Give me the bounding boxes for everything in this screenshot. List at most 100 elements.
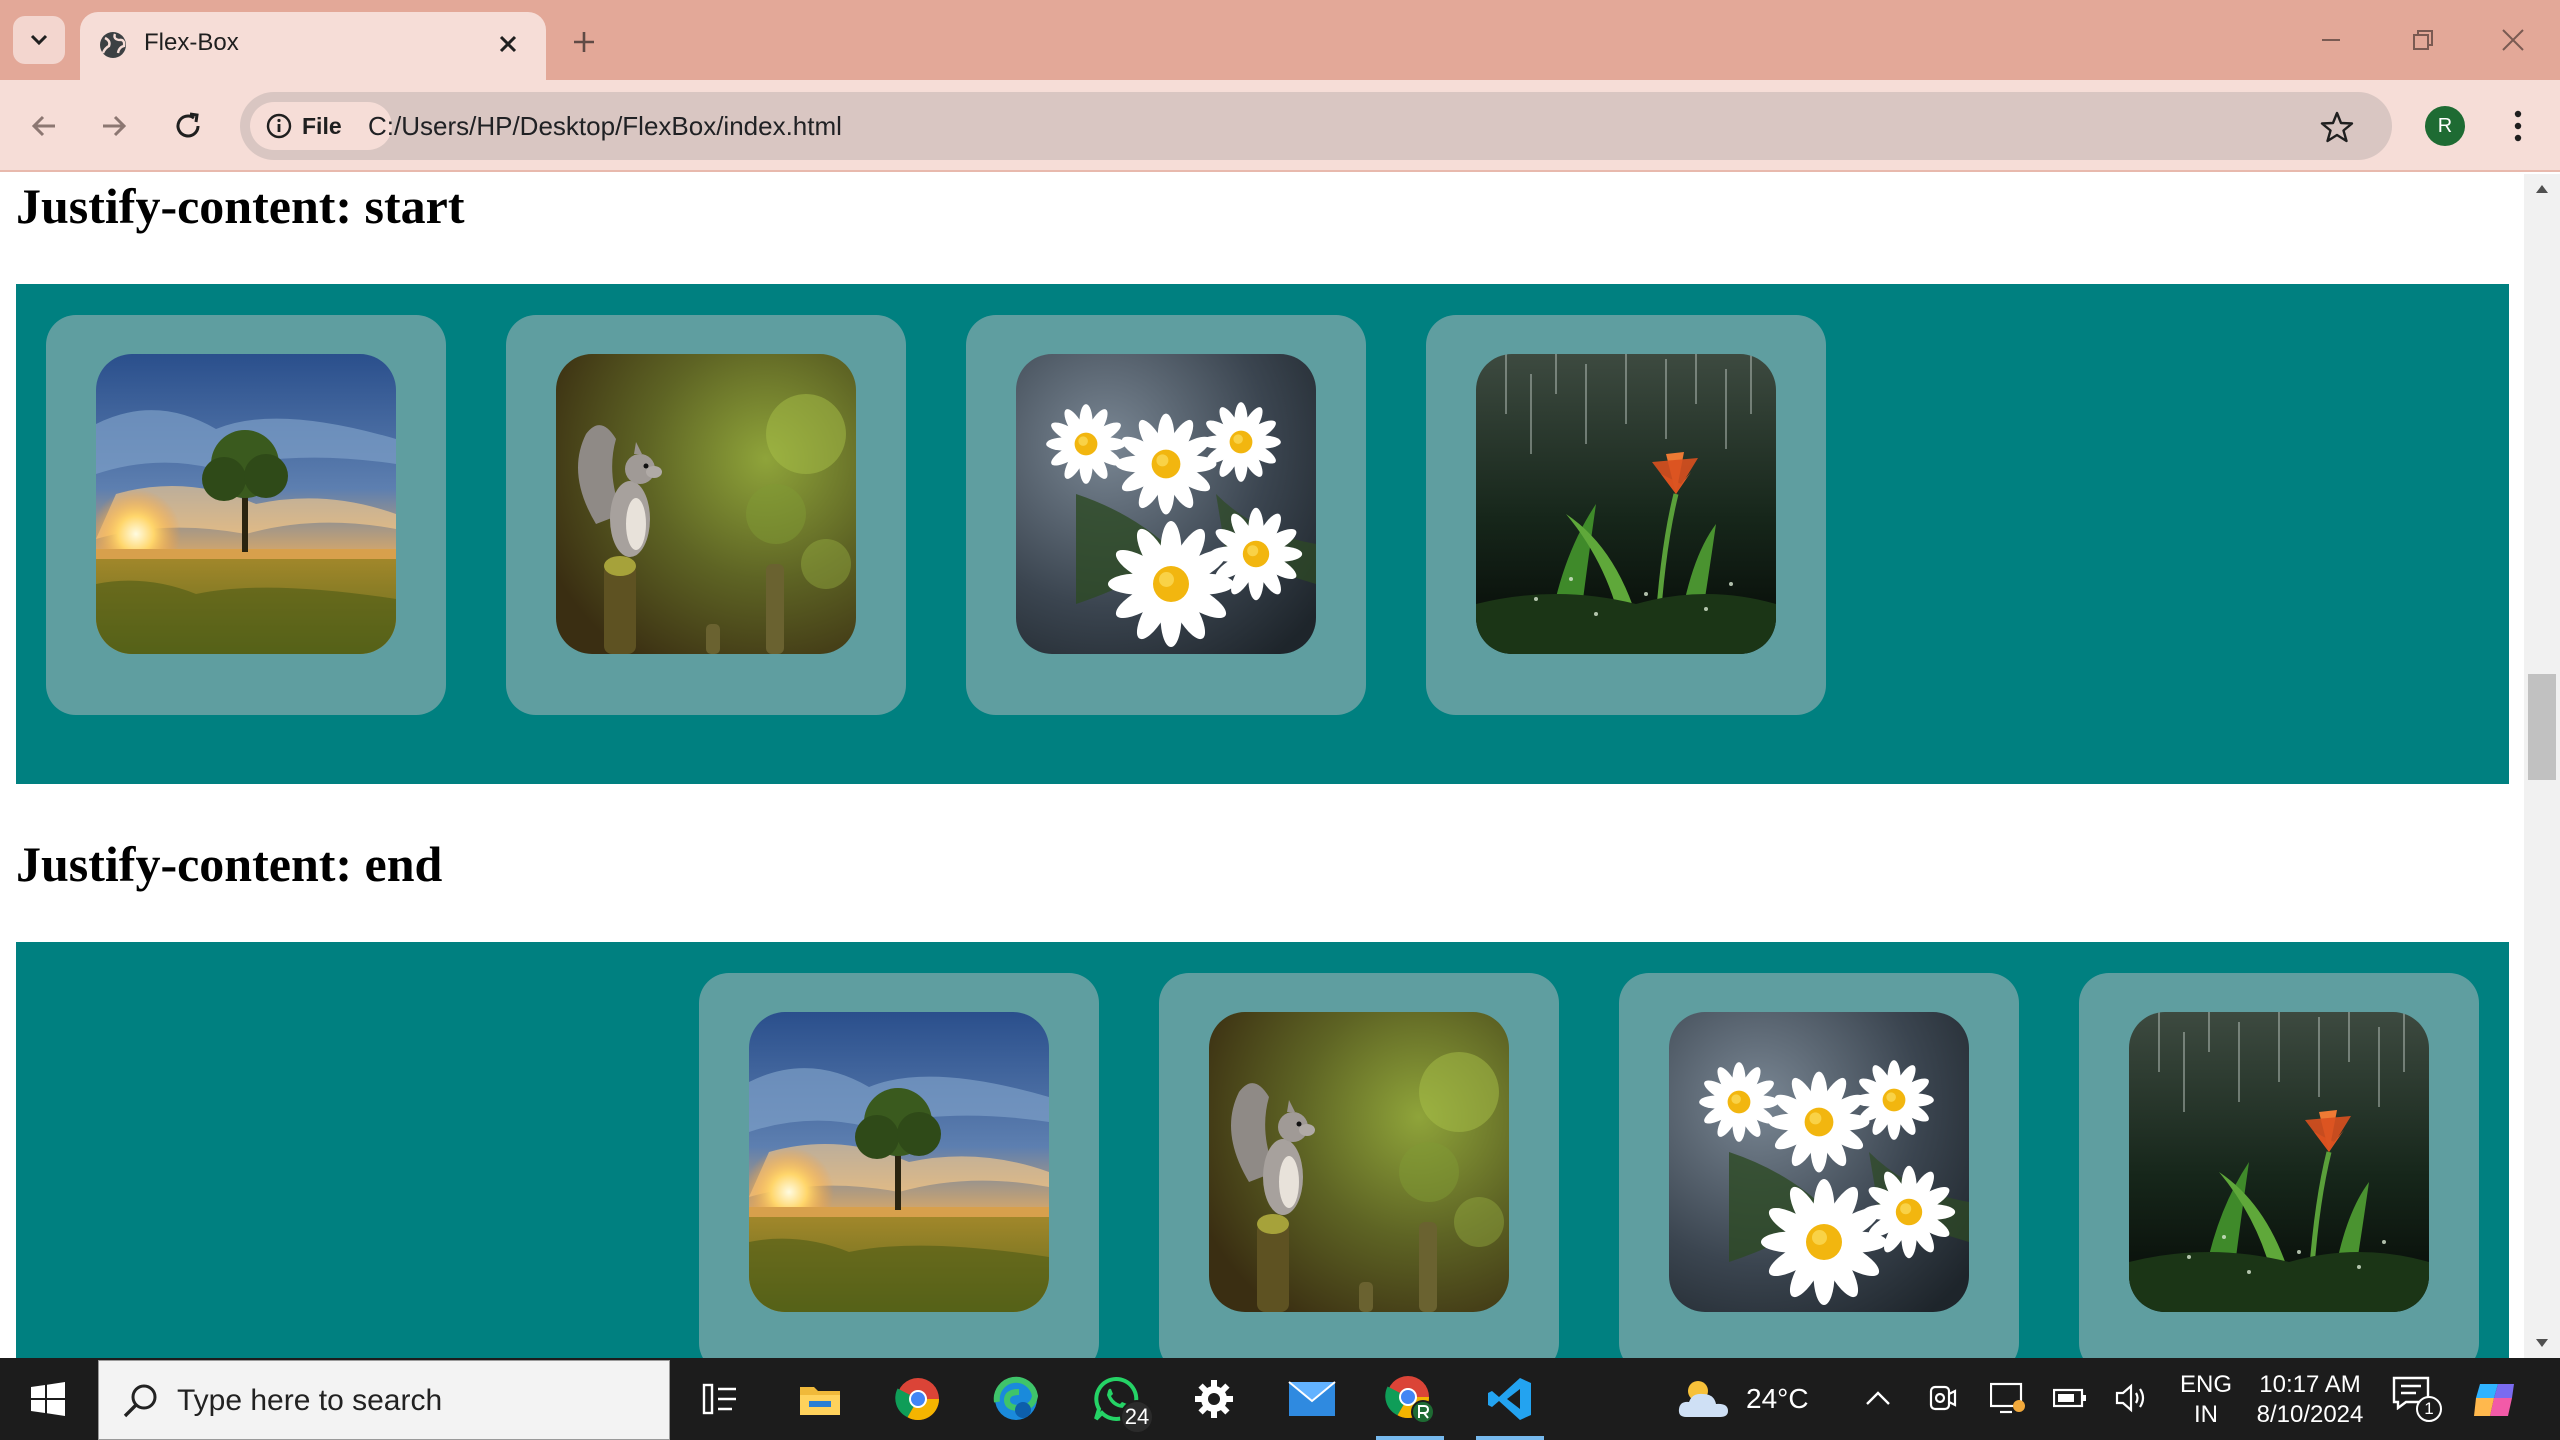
chevron-down-icon bbox=[30, 34, 48, 46]
volume-button[interactable] bbox=[2112, 1378, 2152, 1418]
speaker-icon bbox=[2115, 1383, 2145, 1413]
chevron-up-icon bbox=[1866, 1391, 1890, 1405]
battery-button[interactable] bbox=[2050, 1378, 2090, 1418]
battery-icon bbox=[2053, 1388, 2086, 1408]
partly-cloudy-icon bbox=[1678, 1381, 1728, 1417]
chrome-profile-button[interactable] bbox=[1362, 1358, 1458, 1440]
restore-button[interactable] bbox=[2390, 12, 2456, 68]
security-status-button[interactable] bbox=[1988, 1378, 2028, 1418]
scroll-down-button[interactable] bbox=[2524, 1328, 2560, 1358]
url-text: C:/Users/HP/Desktop/FlexBox/index.html bbox=[368, 111, 842, 141]
tab-title: Flex-Box bbox=[144, 29, 239, 56]
image-card bbox=[699, 973, 1099, 1358]
vscode-icon bbox=[1488, 1378, 1531, 1420]
section-heading-end: Justify-content: end bbox=[16, 836, 443, 892]
site-info-label: File bbox=[302, 112, 342, 139]
notification-center-button[interactable]: 1 bbox=[2392, 1376, 2442, 1422]
search-icon bbox=[123, 1384, 157, 1418]
arrow-right-icon bbox=[103, 115, 127, 137]
windows-logo-icon bbox=[31, 1382, 65, 1416]
folder-icon bbox=[800, 1387, 840, 1415]
sunset-tree-image bbox=[749, 1012, 1049, 1312]
search-placeholder: Type here to search bbox=[177, 1384, 443, 1417]
whatsapp-button[interactable]: 24 bbox=[1068, 1358, 1164, 1440]
new-tab-button[interactable] bbox=[562, 20, 606, 64]
more-vertical-icon bbox=[2514, 110, 2522, 142]
sunset-tree-image bbox=[96, 354, 396, 654]
system-clock[interactable]: 10:17 AM 8/10/2024 bbox=[2248, 1370, 2372, 1430]
task-view-button[interactable] bbox=[672, 1358, 768, 1440]
browser-tab[interactable]: Flex-Box bbox=[80, 12, 546, 80]
task-view-icon bbox=[702, 1383, 736, 1415]
minimize-icon bbox=[2322, 39, 2340, 41]
flex-container-end bbox=[16, 942, 2509, 1358]
camera-icon bbox=[1929, 1385, 1957, 1411]
windows-taskbar: Type here to search 24 24°C ENG IN 10:17… bbox=[0, 1358, 2560, 1440]
address-bar[interactable]: File C:/Users/HP/Desktop/FlexBox/index.h… bbox=[240, 92, 2392, 160]
flex-container-start bbox=[16, 284, 2509, 784]
weather-widget[interactable]: 24°C bbox=[1676, 1358, 1809, 1440]
show-hidden-icons-button[interactable] bbox=[1858, 1378, 1898, 1418]
image-card bbox=[506, 315, 906, 715]
weather-temperature: 24°C bbox=[1746, 1383, 1809, 1414]
scrollbar-thumb[interactable] bbox=[2528, 674, 2556, 780]
globe-icon bbox=[100, 32, 126, 58]
region-code: IN bbox=[2194, 1401, 2218, 1428]
tab-search-button[interactable] bbox=[13, 16, 65, 64]
image-card bbox=[1159, 973, 1559, 1358]
daisies-image bbox=[1669, 1012, 1969, 1312]
whatsapp-badge: 24 bbox=[1120, 1400, 1154, 1434]
start-button[interactable] bbox=[0, 1358, 96, 1440]
image-card bbox=[966, 315, 1366, 715]
section-heading-start: Justify-content: start bbox=[16, 178, 465, 234]
chrome-icon bbox=[1385, 1376, 1435, 1424]
vscode-button[interactable] bbox=[1462, 1358, 1558, 1440]
image-card bbox=[1426, 315, 1826, 715]
browser-menu-button[interactable] bbox=[2496, 104, 2540, 148]
chrome-button[interactable] bbox=[870, 1358, 966, 1440]
scroll-up-button[interactable] bbox=[2524, 174, 2560, 204]
edge-button[interactable] bbox=[968, 1358, 1064, 1440]
mail-icon bbox=[1288, 1381, 1336, 1416]
close-icon bbox=[499, 35, 517, 53]
minimize-button[interactable] bbox=[2298, 12, 2364, 68]
star-icon[interactable] bbox=[2320, 110, 2354, 144]
squirrel-image bbox=[556, 354, 856, 654]
image-card bbox=[1619, 973, 2019, 1358]
input-language[interactable]: ENG IN bbox=[2178, 1370, 2234, 1430]
meet-now-button[interactable] bbox=[1922, 1378, 1962, 1418]
image-card bbox=[2079, 973, 2479, 1358]
plus-icon bbox=[574, 32, 594, 52]
notification-count: 1 bbox=[2416, 1396, 2442, 1422]
close-window-button[interactable] bbox=[2480, 12, 2546, 68]
reload-button[interactable] bbox=[166, 104, 210, 148]
browser-toolbar: File C:/Users/HP/Desktop/FlexBox/index.h… bbox=[0, 80, 2560, 172]
forward-button[interactable] bbox=[92, 104, 136, 148]
rain-flower-image bbox=[1476, 354, 1776, 654]
close-icon bbox=[2502, 29, 2524, 51]
triangle-up-icon bbox=[2536, 185, 2548, 193]
image-card bbox=[46, 315, 446, 715]
daisies-image bbox=[1016, 354, 1316, 654]
tab-close-button[interactable] bbox=[490, 26, 526, 62]
file-explorer-button[interactable] bbox=[772, 1358, 868, 1440]
back-button[interactable] bbox=[22, 104, 66, 148]
mail-button[interactable] bbox=[1264, 1358, 1360, 1440]
triangle-down-icon bbox=[2536, 1339, 2548, 1347]
language-code: ENG bbox=[2179, 1371, 2232, 1398]
taskbar-search-box[interactable]: Type here to search bbox=[98, 1360, 670, 1440]
settings-button[interactable] bbox=[1166, 1358, 1262, 1440]
copilot-icon[interactable] bbox=[2472, 1378, 2516, 1422]
browser-tabstrip: Flex-Box bbox=[0, 0, 2560, 80]
vertical-scrollbar[interactable] bbox=[2524, 174, 2560, 1358]
rain-flower-image bbox=[2129, 1012, 2429, 1312]
clock-date: 8/10/2024 bbox=[2256, 1401, 2364, 1428]
clock-time: 10:17 AM bbox=[2259, 1371, 2361, 1398]
info-icon bbox=[266, 113, 292, 139]
chrome-icon bbox=[895, 1378, 939, 1421]
edge-icon bbox=[993, 1376, 1039, 1420]
page-viewport: Justify-content: start Justify-content: … bbox=[0, 174, 2524, 1358]
squirrel-image bbox=[1209, 1012, 1509, 1312]
reload-icon bbox=[176, 112, 200, 138]
profile-avatar[interactable]: R bbox=[2425, 106, 2465, 146]
